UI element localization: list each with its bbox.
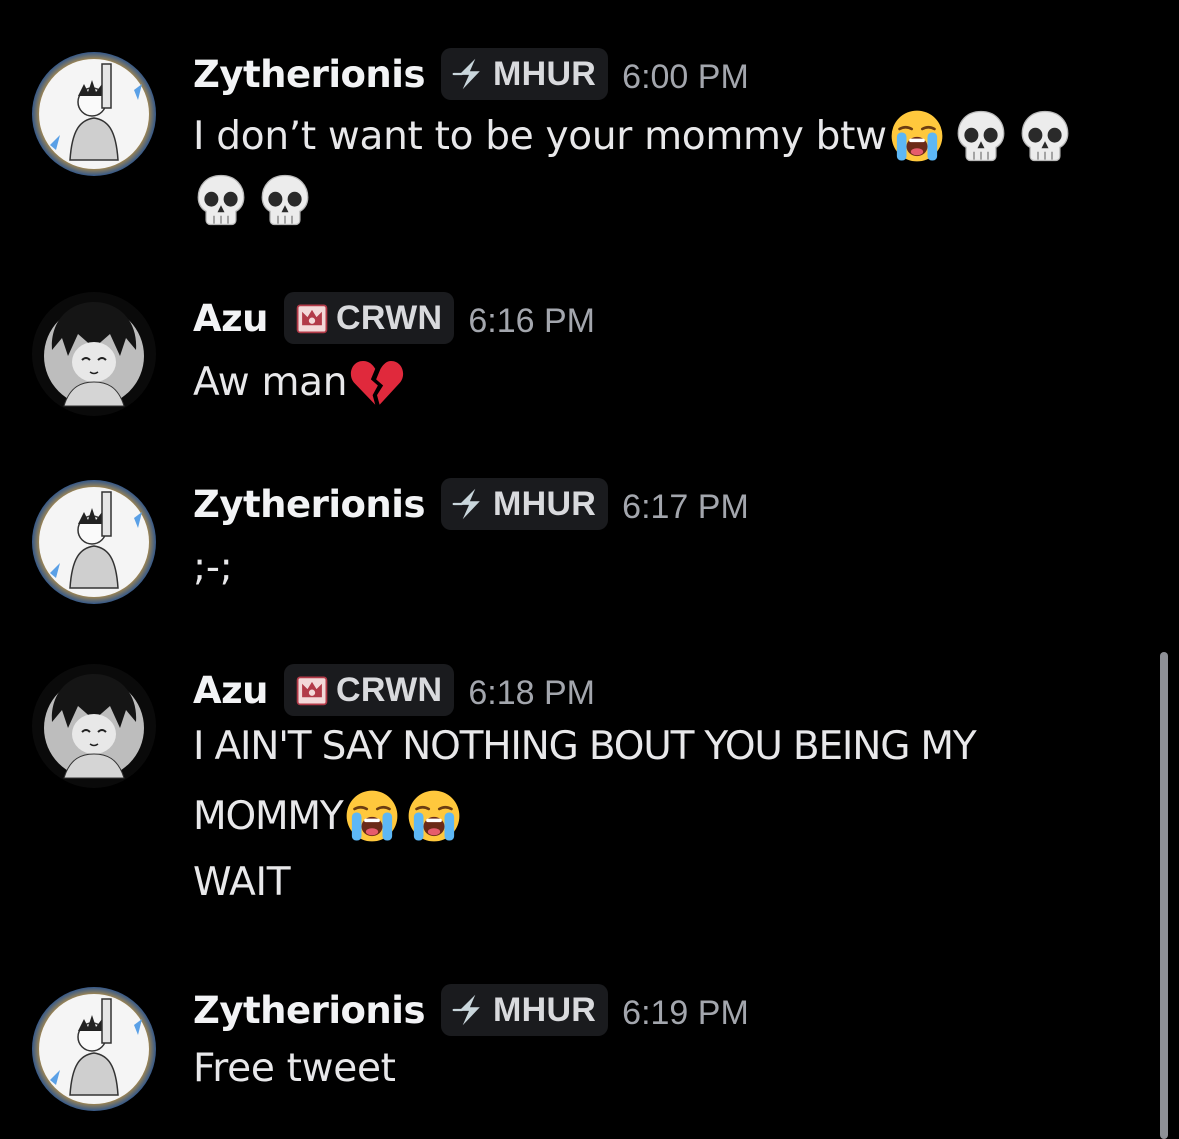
- avatar[interactable]: [30, 50, 158, 178]
- scrollbar[interactable]: [1160, 652, 1168, 1139]
- message-line: I AIN'T SAY NOTHING BOUT YOU BEING MY: [193, 724, 977, 769]
- avatar-azu-image: [32, 664, 156, 788]
- message-line: I don’t want to be your mommy btw: [193, 108, 1073, 164]
- server-tag[interactable]: MHUR: [440, 48, 609, 100]
- avatar-azu-image: [32, 292, 156, 416]
- crown-badge-icon: [294, 300, 330, 336]
- avatar[interactable]: [30, 290, 158, 418]
- avatar-zytherionis-image: [32, 480, 156, 604]
- crown-badge-icon: [294, 672, 330, 708]
- username[interactable]: Azu: [193, 297, 269, 340]
- message-header: Zytherionis MHUR 6:00 PM: [193, 46, 749, 102]
- loudly-crying-emoji: [406, 788, 462, 844]
- message-header: Zytherionis MHUR 6:19 PM: [193, 982, 749, 1038]
- timestamp: 6:00 PM: [622, 57, 749, 96]
- lightning-icon: [451, 992, 487, 1028]
- message-line: WAIT: [193, 860, 291, 905]
- username[interactable]: Zytherionis: [193, 989, 425, 1032]
- message-line: ;-;: [193, 545, 233, 590]
- timestamp: 6:18 PM: [468, 673, 595, 712]
- message-header: Azu CRWN 6:18 PM: [193, 662, 595, 718]
- server-tag-label: MHUR: [492, 484, 597, 523]
- lightning-icon: [451, 486, 487, 522]
- chat-log: Zytherionis MHUR 6:00 PM I don’t want to…: [0, 0, 1179, 1139]
- server-tag[interactable]: MHUR: [440, 984, 609, 1036]
- username[interactable]: Zytherionis: [193, 53, 425, 96]
- message-text: I don’t want to be your mommy btw: [193, 113, 887, 159]
- message-line: MOMMY: [193, 788, 462, 844]
- server-tag-label: MHUR: [492, 54, 597, 93]
- username[interactable]: Azu: [193, 669, 269, 712]
- message-text: Aw man: [193, 359, 348, 405]
- skull-emoji: [193, 172, 249, 228]
- skull-emoji: [1017, 108, 1073, 164]
- lightning-icon: [451, 56, 487, 92]
- server-tag-label: MHUR: [492, 990, 597, 1029]
- loudly-crying-emoji: [344, 788, 400, 844]
- username[interactable]: Zytherionis: [193, 483, 425, 526]
- message-line: Aw man: [193, 354, 405, 410]
- server-tag[interactable]: MHUR: [440, 478, 609, 530]
- message-header: Azu CRWN 6:16 PM: [193, 290, 595, 346]
- message-line: Free tweet: [193, 1046, 396, 1091]
- broken-heart-emoji: [349, 354, 405, 410]
- loudly-crying-emoji: [889, 108, 945, 164]
- message-text: I AIN'T SAY NOTHING BOUT YOU BEING MY: [193, 724, 977, 769]
- avatar-zytherionis-image: [32, 987, 156, 1111]
- skull-emoji: [953, 108, 1009, 164]
- message-header: Zytherionis MHUR 6:17 PM: [193, 476, 749, 532]
- avatar[interactable]: [30, 662, 158, 790]
- server-tag-label: CRWN: [336, 298, 443, 337]
- avatar[interactable]: [30, 478, 158, 606]
- server-tag[interactable]: CRWN: [284, 292, 455, 344]
- message-line: [193, 172, 313, 228]
- message-text: WAIT: [193, 860, 291, 905]
- timestamp: 6:16 PM: [468, 301, 595, 340]
- timestamp: 6:19 PM: [622, 993, 749, 1032]
- avatar[interactable]: [30, 985, 158, 1113]
- avatar-zytherionis-image: [32, 52, 156, 176]
- skull-emoji: [257, 172, 313, 228]
- message-text: MOMMY: [193, 793, 344, 839]
- timestamp: 6:17 PM: [622, 487, 749, 526]
- message-text: Free tweet: [193, 1046, 396, 1091]
- message-text: ;-;: [193, 545, 233, 590]
- server-tag-label: CRWN: [336, 670, 443, 709]
- server-tag[interactable]: CRWN: [284, 664, 455, 716]
